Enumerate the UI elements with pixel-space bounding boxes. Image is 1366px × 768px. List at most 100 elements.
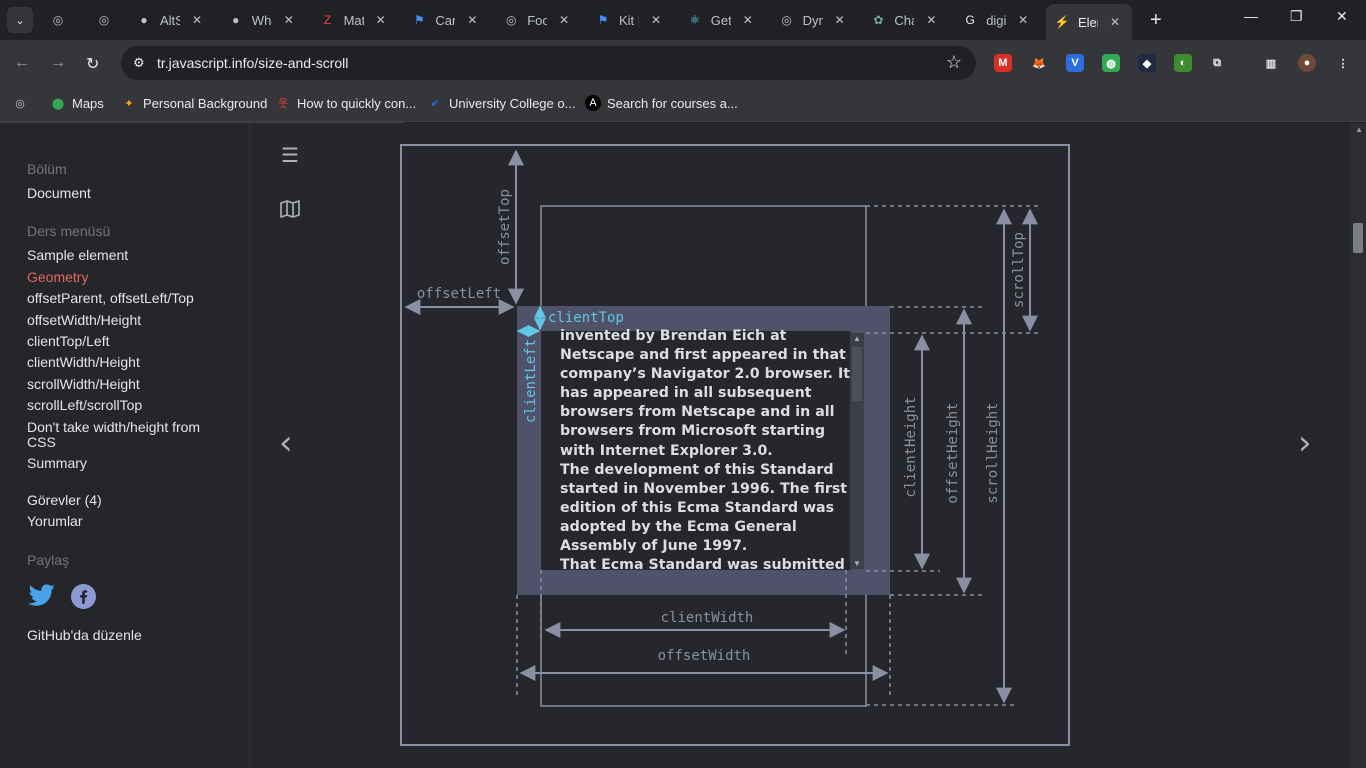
globe-icon: ◎ [15, 97, 25, 110]
toolbar: ← → ↻ ⚙ tr.javascript.info/size-and-scro… [0, 40, 1366, 86]
check-icon: ✔ [430, 97, 440, 110]
bookmark-item[interactable]: ✔ University College o... [427, 95, 575, 111]
offsetheight-label: offsetHeight [945, 402, 961, 503]
github-icon: ● [140, 13, 148, 27]
reload-icon[interactable]: ↻ [86, 54, 99, 74]
menu-icon[interactable]: ⋮ [1334, 54, 1352, 72]
tab-close-icon[interactable]: ✕ [190, 13, 204, 27]
page-scrollbar-thumb[interactable] [1353, 223, 1363, 253]
tab-close-icon[interactable]: ✕ [374, 13, 388, 27]
bookmark-item[interactable]: A Search for courses a... [585, 95, 738, 111]
tab-title: Cha [894, 12, 914, 28]
scroll-up-icon[interactable]: ▲ [1355, 125, 1363, 134]
scrolltop-label: scrollTop [1011, 232, 1027, 308]
bookmark-label: University College o... [449, 95, 576, 111]
tab-close-icon[interactable]: ✕ [557, 13, 571, 27]
metamask-icon[interactable]: 🦊 [1030, 54, 1048, 72]
diamond-icon[interactable]: ◆ [1138, 54, 1156, 72]
tab[interactable]: ⚛ Gett ✕ [687, 6, 765, 34]
clientleft-label: clientLeft [523, 339, 539, 423]
bookmarks-bar: ◎ ⬤ Maps ✦ Personal Background 웃 How to quickl… [0, 86, 1366, 122]
url-text[interactable]: tr.javascript.info/size-and-scroll [157, 55, 348, 71]
offsetleft-label: offsetLeft [417, 286, 501, 302]
forward-icon[interactable]: → [50, 54, 66, 72]
offsetwidth-label: offsetWidth [658, 648, 751, 664]
tab[interactable]: ● Wha ✕ [228, 6, 306, 34]
bookmark-item[interactable]: ✦ Personal Background [121, 95, 267, 111]
github-icon: ● [232, 13, 240, 27]
content-paragraph: That Ecma Standard was submitted to ISO/… [560, 557, 845, 574]
tab-title: Elen [1078, 14, 1098, 30]
globe-icon: ◎ [505, 13, 517, 27]
tab[interactable]: Z Mat ✕ [320, 6, 398, 34]
bookmark-item[interactable]: 웃 How to quickly con... [275, 95, 416, 111]
frog-icon[interactable]: ◍ [1102, 54, 1120, 72]
bookmark-label: How to quickly con... [297, 95, 417, 111]
bookmark-label: Search for courses a... [607, 95, 738, 111]
bookmark-item[interactable]: ◎ [12, 95, 34, 111]
clientwidth-label: clientWidth [661, 610, 754, 626]
address-bar[interactable]: ⚙ tr.javascript.info/size-and-scroll ☆ [121, 46, 976, 80]
browser-chrome: ⌄ ● AltS ✕ ● Wha ✕ Z Mat ✕ ⚑ Cart ✕ ◎ Foo ✕ ⚑ Kit | ✕ ⚛ Get… [0, 0, 1366, 123]
gmail-icon[interactable]: M [994, 54, 1012, 72]
tab[interactable]: Gdigi ✕ [962, 6, 1040, 34]
element-scrollbar-thumb[interactable] [852, 347, 862, 401]
content-paragraph: The development of this Standard started… [560, 461, 848, 555]
tab-title: Mat [343, 12, 364, 28]
profile-avatar[interactable]: ● [1298, 54, 1316, 72]
tab[interactable]: ⚑ Kit | ✕ [595, 6, 673, 34]
pinned-tab[interactable]: ◎ [96, 6, 112, 34]
back-icon[interactable]: ← [14, 54, 30, 72]
pinned-tab[interactable]: ◎ [50, 6, 66, 34]
tab-close-icon[interactable]: ✕ [741, 13, 755, 27]
page-content: Bölüm Document Ders menüsü Sample elemen… [0, 123, 1366, 768]
tab-close-icon[interactable]: ✕ [282, 13, 296, 27]
tab-close-icon[interactable]: ✕ [1016, 13, 1030, 27]
tab-close-icon[interactable]: ✕ [924, 13, 938, 27]
tab[interactable]: ◎ Foo ✕ [503, 6, 581, 34]
leaf-icon[interactable]: ◐ [1174, 54, 1192, 72]
bookmark-star-icon[interactable]: ☆ [946, 52, 962, 73]
bookmark-icon: 웃 [277, 98, 289, 110]
minimize-icon[interactable]: — [1244, 8, 1258, 24]
scrollheight-label: scrollHeight [985, 402, 1001, 503]
zotero-icon: Z [323, 13, 332, 27]
restore-icon[interactable]: ❐ [1290, 8, 1303, 25]
tab[interactable]: ⚑ Cart ✕ [411, 6, 489, 34]
chatgpt-icon: ✿ [873, 13, 884, 27]
tab-title: AltS [160, 12, 180, 28]
flag-icon: ⚑ [414, 13, 425, 27]
tab-search-button[interactable]: ⌄ [7, 7, 33, 33]
tab-title: Wha [251, 12, 272, 28]
tab[interactable]: ◎ Dyn ✕ [779, 6, 857, 34]
close-window-icon[interactable]: ✕ [1336, 8, 1348, 25]
tab-title: Cart [435, 12, 456, 28]
new-tab-button[interactable]: + [1150, 9, 1162, 32]
scroll-down-icon[interactable]: ▼ [853, 559, 861, 568]
side-panel-icon[interactable]: ▥ [1262, 54, 1280, 72]
tab-close-icon[interactable]: ✕ [649, 13, 663, 27]
scroll-up-icon[interactable]: ▲ [853, 334, 861, 343]
tab[interactable]: ✿ Cha ✕ [870, 6, 948, 34]
bookmark-icon: ✦ [124, 97, 134, 110]
element-scrollbar[interactable]: ▲ ▼ [850, 333, 864, 569]
page-scrollbar[interactable]: ▲ [1350, 123, 1366, 768]
tab-title: Gett [710, 12, 731, 28]
extensions-icon[interactable]: ⧉ [1208, 54, 1226, 72]
site-info-icon[interactable]: ⚙ [133, 55, 145, 71]
tab[interactable]: ⚡ Elen ✕ [1046, 4, 1132, 40]
tab-close-icon[interactable]: ✕ [1108, 15, 1122, 29]
tab[interactable]: ● AltS ✕ [136, 6, 214, 34]
globe-icon: ◎ [98, 13, 110, 27]
vpn-icon[interactable]: V [1066, 54, 1084, 72]
react-icon: ⚛ [689, 13, 701, 27]
tab-title: Kit | [619, 12, 639, 28]
flag-icon: ⚑ [597, 13, 609, 27]
clienttop-label: clientTop [548, 310, 624, 326]
bookmark-item[interactable]: ⬤ Maps [50, 95, 104, 111]
maps-icon: ⬤ [51, 97, 65, 110]
tab-close-icon[interactable]: ✕ [465, 13, 479, 27]
tab-title: Dyn [802, 12, 823, 28]
bookmark-label: Personal Background [143, 95, 268, 111]
tab-close-icon[interactable]: ✕ [833, 13, 847, 27]
